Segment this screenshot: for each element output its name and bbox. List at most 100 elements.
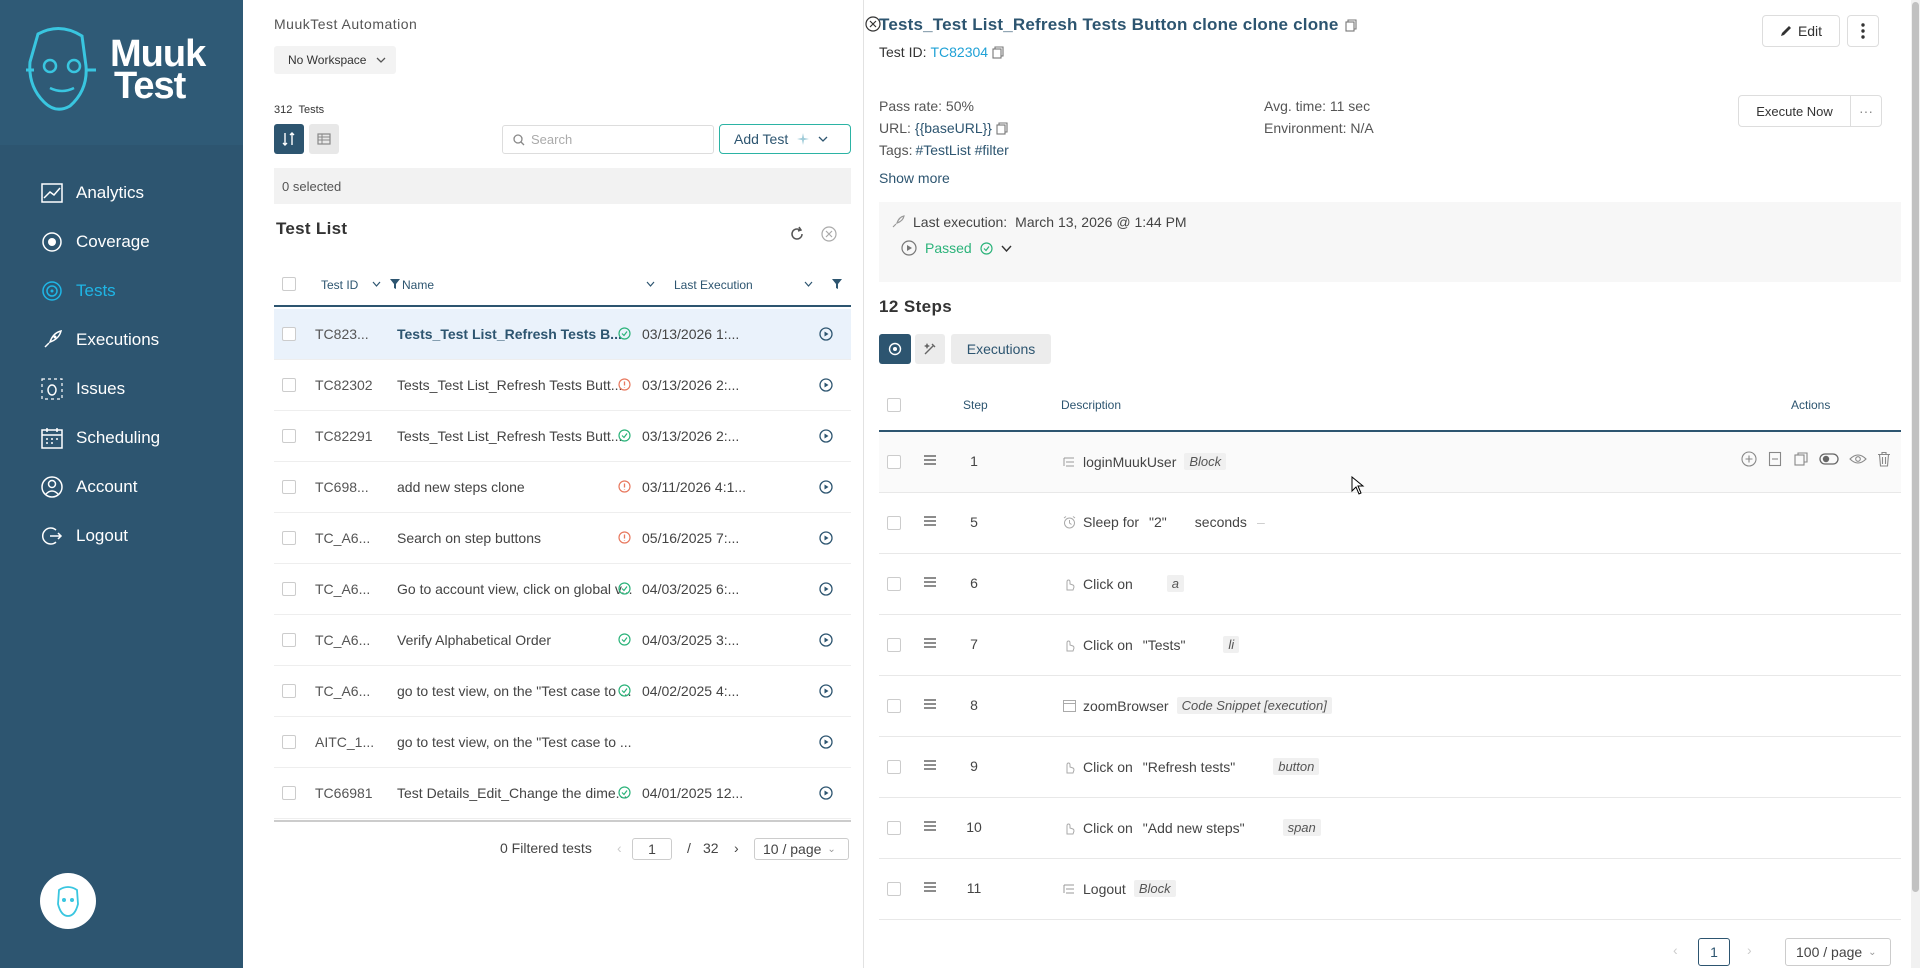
add-step-icon[interactable] — [1741, 451, 1757, 467]
step-checkbox[interactable] — [887, 577, 901, 591]
step-description[interactable]: Click on "Add new steps" span — [1061, 819, 1321, 836]
play-circle-icon[interactable] — [819, 582, 833, 599]
drag-handle-icon[interactable] — [923, 697, 937, 713]
table-row[interactable]: AITC_1... go to test view, on the "Test c… — [274, 717, 851, 768]
play-circle-icon[interactable] — [901, 240, 917, 256]
copy-icon[interactable] — [1344, 18, 1357, 32]
copy-icon[interactable] — [992, 45, 1004, 59]
copy-icon[interactable] — [996, 121, 1008, 135]
test-name[interactable]: Go to account view, click on global v... — [397, 581, 647, 597]
play-circle-icon[interactable] — [819, 429, 833, 446]
add-test-button[interactable]: Add Test — [719, 124, 851, 154]
row-checkbox[interactable] — [282, 735, 296, 749]
table-row[interactable]: TC82302 Tests_Test List_Refresh Tests But… — [274, 360, 851, 411]
play-circle-icon[interactable] — [819, 327, 833, 344]
toggle-icon[interactable] — [1819, 451, 1839, 467]
sidebar-item-scheduling[interactable]: Scheduling — [0, 413, 243, 462]
play-circle-icon[interactable] — [819, 684, 833, 701]
edit-button[interactable]: Edit — [1762, 15, 1840, 47]
filter-icon[interactable] — [390, 279, 400, 289]
filter-icon[interactable] — [832, 279, 842, 289]
trash-icon[interactable] — [1877, 451, 1891, 467]
drag-handle-icon[interactable] — [923, 453, 937, 469]
row-checkbox[interactable] — [282, 786, 296, 800]
table-row[interactable]: TC_A6... Search on step buttons 05/16/2025… — [274, 513, 851, 564]
sort-chevron-icon[interactable] — [372, 281, 381, 287]
chevron-down-icon[interactable] — [1001, 245, 1012, 252]
logo[interactable]: Muuk Test — [0, 0, 243, 145]
sidebar-item-tests[interactable]: Tests — [0, 266, 243, 315]
execute-now-button[interactable]: Execute Now — [1738, 95, 1851, 127]
page-input[interactable]: 1 — [632, 838, 672, 860]
last-execution-status[interactable]: Passed — [901, 240, 1012, 256]
step-description[interactable]: Sleep for "2" seconds – — [1061, 514, 1265, 530]
row-checkbox[interactable] — [282, 429, 296, 443]
step-checkbox[interactable] — [887, 516, 901, 530]
test-name[interactable]: Tests_Test List_Refresh Tests Butt... — [397, 428, 647, 444]
drag-handle-icon[interactable] — [923, 880, 937, 896]
test-name[interactable]: add new steps clone — [397, 479, 647, 495]
per-page-select[interactable]: 10 / page ⌄ — [754, 838, 849, 860]
play-circle-icon[interactable] — [819, 378, 833, 395]
step-description[interactable]: zoomBrowser Code Snippet [execution] — [1061, 697, 1332, 714]
more-options-button[interactable] — [1847, 15, 1879, 47]
step-row[interactable]: 10 Click on "Add new steps" span — [879, 798, 1901, 859]
column-last-execution[interactable]: Last Execution — [674, 278, 753, 292]
per-page-select[interactable]: 100 / page ⌄ — [1785, 938, 1891, 966]
current-page[interactable]: 1 — [1698, 938, 1730, 966]
executions-tab[interactable]: Executions — [951, 334, 1051, 364]
sidebar-item-executions[interactable]: Executions — [0, 315, 243, 364]
sort-chevron-icon[interactable] — [804, 281, 813, 287]
test-name[interactable]: Tests_Test List_Refresh Tests B... — [397, 326, 647, 342]
row-checkbox[interactable] — [282, 684, 296, 698]
row-checkbox[interactable] — [282, 378, 296, 392]
step-checkbox[interactable] — [887, 699, 901, 713]
edit-steps-tab[interactable] — [915, 334, 945, 364]
step-row[interactable]: 1 loginMuukUser Block — [879, 432, 1901, 493]
copy-icon[interactable] — [1793, 451, 1809, 467]
play-circle-icon[interactable] — [819, 633, 833, 650]
drag-handle-icon[interactable] — [923, 514, 937, 530]
drag-handle-icon[interactable] — [923, 575, 937, 591]
drag-handle-icon[interactable] — [923, 758, 937, 774]
search-input[interactable]: Search — [502, 125, 714, 154]
step-description[interactable]: Click on "Refresh tests" button — [1061, 758, 1320, 775]
sidebar-item-analytics[interactable]: Analytics — [0, 168, 243, 217]
step-checkbox[interactable] — [887, 882, 901, 896]
table-row[interactable]: TC66981 Test Details_Edit_Change the dime… — [274, 768, 851, 819]
row-checkbox[interactable] — [282, 327, 296, 341]
prev-page-icon[interactable]: ‹ — [1673, 942, 1678, 958]
column-test-id[interactable]: Test ID — [321, 278, 358, 292]
play-circle-icon[interactable] — [819, 735, 833, 752]
table-row[interactable]: TC823... Tests_Test List_Refresh Tests B.… — [274, 309, 851, 360]
chevron-down-icon[interactable] — [818, 136, 828, 142]
scrollbar-thumb[interactable] — [1912, 2, 1919, 892]
test-name[interactable]: Test Details_Edit_Change the dime... — [397, 785, 647, 801]
row-checkbox[interactable] — [282, 633, 296, 647]
select-all-steps-checkbox[interactable] — [887, 398, 901, 412]
test-id-link[interactable]: TC82304 — [930, 44, 988, 60]
play-circle-icon[interactable] — [819, 786, 833, 803]
table-view-button[interactable] — [309, 124, 339, 154]
table-row[interactable]: TC_A6... go to test view, on the "Test ca… — [274, 666, 851, 717]
step-description[interactable]: Click on "Tests" li — [1061, 636, 1240, 653]
table-row[interactable]: TC698... add new steps clone 03/11/2026 4:… — [274, 462, 851, 513]
row-checkbox[interactable] — [282, 480, 296, 494]
select-all-checkbox[interactable] — [282, 277, 296, 291]
test-name[interactable]: Search on step buttons — [397, 530, 647, 546]
play-circle-icon[interactable] — [819, 531, 833, 548]
drag-handle-icon[interactable] — [923, 819, 937, 835]
next-page-icon[interactable]: › — [1747, 942, 1752, 958]
step-checkbox[interactable] — [887, 638, 901, 652]
steps-view-tab[interactable] — [879, 334, 911, 364]
step-row[interactable]: 6 Click on a — [879, 554, 1901, 615]
avatar[interactable] — [40, 873, 96, 929]
test-name[interactable]: go to test view, on the "Test case to ..… — [397, 734, 647, 750]
clear-filters-icon[interactable] — [821, 226, 837, 242]
prev-page-icon[interactable]: ‹ — [617, 840, 622, 856]
table-row[interactable]: TC_A6... Go to account view, click on glo… — [274, 564, 851, 615]
step-row[interactable]: 8 zoomBrowser Code Snippet [execution] — [879, 676, 1901, 737]
step-description[interactable]: Click on a — [1061, 575, 1185, 592]
step-checkbox[interactable] — [887, 821, 901, 835]
sidebar-item-logout[interactable]: Logout — [0, 511, 243, 560]
